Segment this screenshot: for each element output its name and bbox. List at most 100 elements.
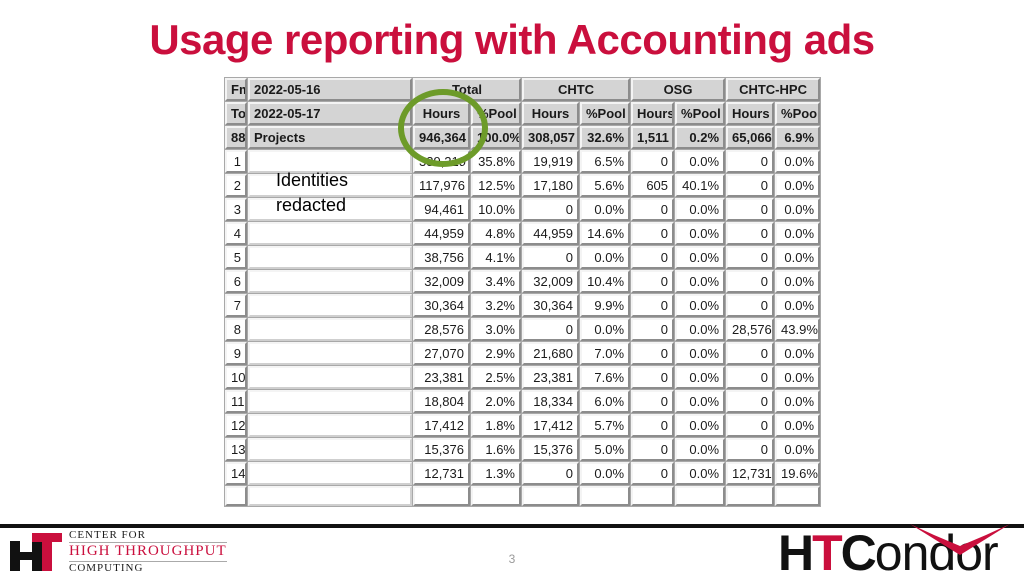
cell-osg-pool: 40.1% xyxy=(675,174,726,197)
row-index: 2 xyxy=(225,174,247,197)
cell-total-pool: 2.0% xyxy=(471,390,521,413)
cell-chtchpc-hours: 0 xyxy=(726,246,775,269)
project-count: 88 xyxy=(225,126,247,149)
cell-chtc-pool: 14.6% xyxy=(580,222,631,245)
clipped-cell xyxy=(225,486,247,506)
clipped-cell xyxy=(775,486,821,506)
table-row: 12 17,412 1.8% 17,412 5.7% 0 0.0% 0 0.0% xyxy=(225,414,821,437)
cell-chtchpc-hours: 0 xyxy=(726,366,775,389)
table-row: 11 18,804 2.0% 18,334 6.0% 0 0.0% 0 0.0% xyxy=(225,390,821,413)
cell-osg-pool: 0.0% xyxy=(675,270,726,293)
cell-chtc-hours: 21,680 xyxy=(522,342,579,365)
htcondor-logo: HTCondor xyxy=(778,522,1018,578)
page-number: 3 xyxy=(508,552,516,566)
cell-total-pool: 2.9% xyxy=(471,342,521,365)
cell-chtc-hours: 18,334 xyxy=(522,390,579,413)
cell-osg-hours: 0 xyxy=(631,438,675,461)
subheader-total-hours: Hours xyxy=(413,102,470,125)
cell-total-pool: 3.4% xyxy=(471,270,521,293)
cell-chtchpc-pool: 0.0% xyxy=(775,174,821,197)
cell-chtc-hours: 0 xyxy=(522,198,579,221)
to-label: To: xyxy=(225,102,247,125)
cell-chtchpc-hours: 0 xyxy=(726,342,775,365)
cell-chtchpc-hours: 0 xyxy=(726,150,775,173)
cell-osg-pool: 0.0% xyxy=(675,150,726,173)
cell-chtc-hours: 0 xyxy=(522,462,579,485)
group-header-total: Total xyxy=(413,78,521,101)
from-label: Fm: xyxy=(225,78,247,101)
cell-chtchpc-pool: 43.9% xyxy=(775,318,821,341)
subheader-total-pool: %Pool xyxy=(471,102,521,125)
cell-total-hours: 12,731 xyxy=(413,462,470,485)
cell-chtchpc-hours: 28,576 xyxy=(726,318,775,341)
cell-chtc-pool: 5.6% xyxy=(580,174,631,197)
cell-total-hours: 27,070 xyxy=(413,342,470,365)
cell-chtc-hours: 44,959 xyxy=(522,222,579,245)
clipped-cell xyxy=(471,486,521,506)
table-header-sub-row: To: 2022-05-17 Hours %Pool Hours %Pool H… xyxy=(225,102,821,125)
page-title: Usage reporting with Accounting ads xyxy=(149,16,875,63)
group-header-chtc-hpc: CHTC-HPC xyxy=(726,78,821,101)
clipped-cell xyxy=(580,486,631,506)
cell-total-pool: 2.5% xyxy=(471,366,521,389)
subheader-chtc-hours: Hours xyxy=(522,102,579,125)
redacted-note-line2: redacted xyxy=(276,195,347,215)
subheader-osg-pool: %Pool xyxy=(675,102,726,125)
cell-chtchpc-hours: 0 xyxy=(726,222,775,245)
cell-chtchpc-pool: 0.0% xyxy=(775,198,821,221)
table-totals-row: 88 Projects 946,364 100.0% 308,057 32.6%… xyxy=(225,126,821,149)
cell-osg-pool: 0.0% xyxy=(675,438,726,461)
subheader-chtc-pool: %Pool xyxy=(580,102,631,125)
total-chtchpc-hours: 65,066 xyxy=(726,126,775,149)
row-index: 3 xyxy=(225,198,247,221)
cell-total-pool: 12.5% xyxy=(471,174,521,197)
cell-osg-hours: 0 xyxy=(631,150,675,173)
cell-chtc-pool: 0.0% xyxy=(580,462,631,485)
row-project-name xyxy=(248,270,412,293)
cell-osg-hours: 0 xyxy=(631,414,675,437)
cell-chtc-hours: 17,180 xyxy=(522,174,579,197)
row-index: 8 xyxy=(225,318,247,341)
subheader-chtchpc-hours: Hours xyxy=(726,102,775,125)
table-row: 9 27,070 2.9% 21,680 7.0% 0 0.0% 0 0.0% xyxy=(225,342,821,365)
cell-chtchpc-hours: 0 xyxy=(726,294,775,317)
cell-chtc-pool: 9.9% xyxy=(580,294,631,317)
cell-chtc-hours: 23,381 xyxy=(522,366,579,389)
cell-chtc-pool: 0.0% xyxy=(580,318,631,341)
cell-total-hours: 94,461 xyxy=(413,198,470,221)
row-project-name xyxy=(248,414,412,437)
cell-chtchpc-pool: 0.0% xyxy=(775,390,821,413)
row-index: 13 xyxy=(225,438,247,461)
usage-report-table: Fm: 2022-05-16 Total CHTC OSG CHTC-HPC T… xyxy=(224,77,822,507)
row-index: 11 xyxy=(225,390,247,413)
subheader-chtchpc-pool: %Pool xyxy=(775,102,821,125)
cell-total-pool: 35.8% xyxy=(471,150,521,173)
identities-redacted-note: Identities redacted xyxy=(276,168,401,218)
table-row: 13 15,376 1.6% 15,376 5.0% 0 0.0% 0 0.0% xyxy=(225,438,821,461)
table-row: 5 38,756 4.1% 0 0.0% 0 0.0% 0 0.0% xyxy=(225,246,821,269)
cell-osg-hours: 0 xyxy=(631,462,675,485)
row-index: 12 xyxy=(225,414,247,437)
clipped-cell xyxy=(631,486,675,506)
table-row: 8 28,576 3.0% 0 0.0% 0 0.0% 28,576 43.9% xyxy=(225,318,821,341)
row-index: 4 xyxy=(225,222,247,245)
cell-chtchpc-hours: 0 xyxy=(726,438,775,461)
table-row: 4 44,959 4.8% 44,959 14.6% 0 0.0% 0 0.0% xyxy=(225,222,821,245)
cell-chtc-pool: 5.7% xyxy=(580,414,631,437)
cell-chtc-hours: 0 xyxy=(522,246,579,269)
table-row: 6 32,009 3.4% 32,009 10.4% 0 0.0% 0 0.0% xyxy=(225,270,821,293)
cell-total-pool: 3.0% xyxy=(471,318,521,341)
cell-chtchpc-pool: 0.0% xyxy=(775,222,821,245)
cell-total-pool: 10.0% xyxy=(471,198,521,221)
total-total-pool: 100.0% xyxy=(471,126,521,149)
row-project-name xyxy=(248,366,412,389)
row-index: 5 xyxy=(225,246,247,269)
clipped-cell xyxy=(522,486,579,506)
table-row-clipped xyxy=(225,486,821,506)
cell-osg-hours: 0 xyxy=(631,318,675,341)
cell-chtchpc-pool: 0.0% xyxy=(775,294,821,317)
cell-osg-pool: 0.0% xyxy=(675,198,726,221)
clipped-cell xyxy=(675,486,726,506)
cell-chtc-pool: 7.6% xyxy=(580,366,631,389)
cell-total-pool: 4.8% xyxy=(471,222,521,245)
